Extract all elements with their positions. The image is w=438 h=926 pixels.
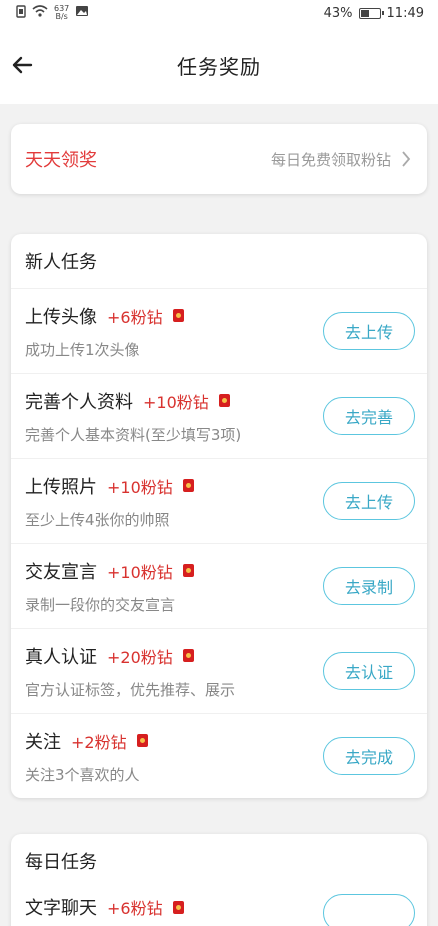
verify-identity-button[interactable]: 去认证 [323, 652, 415, 690]
task-name: 文字聊天 [25, 898, 97, 919]
task-row: 关注 +2粉钻 关注3个喜欢的人 去完成 [11, 713, 427, 798]
back-arrow-icon [12, 56, 33, 74]
daily-task-button[interactable] [323, 894, 415, 926]
task-info: 关注 +2粉钻 关注3个喜欢的人 [25, 728, 148, 785]
task-reward: +2粉钻 [71, 732, 127, 752]
red-envelope-icon [172, 309, 184, 322]
upload-photos-button[interactable]: 去上传 [323, 482, 415, 520]
back-button[interactable] [6, 49, 38, 81]
task-head: 交友宣言 +10粉钻 [25, 558, 194, 584]
daily-reward-right: 每日免费领取粉钻 [271, 149, 411, 170]
battery-fill [360, 9, 370, 17]
upload-avatar-button[interactable]: 去上传 [323, 312, 415, 350]
daily-reward-subtitle: 每日免费领取粉钻 [270, 150, 391, 169]
task-name: 真人认证 [25, 646, 97, 668]
wifi-icon [32, 5, 48, 21]
new-tasks-section: 新人任务 上传头像 +6粉钻 成功上传1次头像 去上传 完善个人资料 +10粉钻… [11, 234, 427, 798]
task-info: 上传照片 +10粉钻 至少上传4张你的帅照 [25, 473, 194, 530]
task-info: 交友宣言 +10粉钻 录制一段你的交友宣言 [25, 558, 194, 615]
task-head: 上传照片 +10粉钻 [25, 473, 194, 499]
task-row: 上传头像 +6粉钻 成功上传1次头像 去上传 [11, 288, 427, 373]
red-envelope-icon [182, 479, 194, 492]
status-bar: 637 B/s 43% 11:49 [0, 0, 438, 26]
task-head: 关注 +2粉钻 [25, 728, 148, 754]
red-envelope-icon [172, 900, 184, 914]
red-envelope-icon [182, 564, 194, 577]
task-name: 上传头像 [25, 306, 97, 328]
task-row: 交友宣言 +10粉钻 录制一段你的交友宣言 去录制 [11, 543, 427, 628]
task-head: 上传头像 +6粉钻 [25, 303, 184, 329]
daily-reward-title: 天天领奖 [25, 150, 97, 171]
nav-bar: 任务奖励 [0, 26, 438, 104]
image-notification-icon [75, 5, 89, 21]
task-name: 交友宣言 [25, 561, 97, 583]
red-envelope-icon [182, 649, 194, 662]
task-row: 真人认证 +20粉钻 官方认证标签，优先推荐、展示 去认证 [11, 628, 427, 713]
task-row: 文字聊天 +6粉钻 [11, 888, 427, 926]
task-desc: 至少上传4张你的帅照 [25, 510, 170, 529]
task-reward: +20粉钻 [107, 647, 173, 667]
clock: 11:49 [386, 5, 424, 21]
task-info: 完善个人资料 +10粉钻 完善个人基本资料(至少填写3项) [25, 388, 241, 445]
red-envelope-icon [218, 394, 230, 407]
status-right: 43% 11:49 [324, 6, 424, 21]
daily-reward-card[interactable]: 天天领奖 每日免费领取粉钻 [11, 124, 427, 194]
task-reward: +10粉钻 [107, 562, 173, 582]
task-info: 真人认证 +20粉钻 官方认证标签，优先推荐、展示 [25, 643, 235, 700]
task-row: 完善个人资料 +10粉钻 完善个人基本资料(至少填写3项) 去完善 [11, 373, 427, 458]
task-desc: 完善个人基本资料(至少填写3项) [25, 425, 242, 444]
complete-profile-button[interactable]: 去完善 [323, 397, 415, 435]
sim-icon [16, 4, 26, 22]
task-head: 真人认证 +20粉钻 [25, 643, 235, 669]
follow-button[interactable]: 去完成 [323, 737, 415, 775]
task-name: 完善个人资料 [25, 391, 133, 413]
task-reward: +10粉钻 [143, 392, 209, 412]
daily-tasks-section: 每日任务 文字聊天 +6粉钻 [11, 834, 427, 926]
main-content: 天天领奖 每日免费领取粉钻 新人任务 上传头像 +6粉钻 成功上传1次头像 去上… [0, 124, 438, 926]
chevron-right-icon [402, 151, 411, 167]
task-row: 上传照片 +10粉钻 至少上传4张你的帅照 去上传 [11, 458, 427, 543]
task-name: 上传照片 [25, 476, 97, 498]
task-reward: +6粉钻 [107, 899, 163, 918]
task-head: 完善个人资料 +10粉钻 [25, 388, 241, 414]
task-desc: 关注3个喜欢的人 [25, 765, 140, 784]
network-speed-unit: B/s [55, 12, 68, 21]
task-name: 关注 [25, 731, 61, 753]
page-title: 任务奖励 [177, 54, 261, 79]
task-desc: 录制一段你的交友宣言 [25, 595, 176, 614]
red-envelope-icon [136, 734, 148, 747]
new-tasks-title: 新人任务 [25, 252, 97, 273]
record-declaration-button[interactable]: 去录制 [323, 567, 415, 605]
battery-icon [358, 7, 384, 19]
task-info: 上传头像 +6粉钻 成功上传1次头像 [25, 303, 184, 360]
battery-percent: 43% [323, 5, 353, 21]
task-reward: +10粉钻 [107, 477, 173, 497]
status-left: 637 B/s [16, 5, 89, 22]
task-reward: +6粉钻 [107, 307, 163, 327]
daily-tasks-title: 每日任务 [25, 852, 97, 873]
task-head: 文字聊天 +6粉钻 [25, 894, 184, 920]
network-speed: 637 B/s [54, 5, 69, 21]
task-desc: 成功上传1次头像 [25, 340, 140, 359]
task-desc: 官方认证标签，优先推荐、展示 [25, 680, 236, 699]
